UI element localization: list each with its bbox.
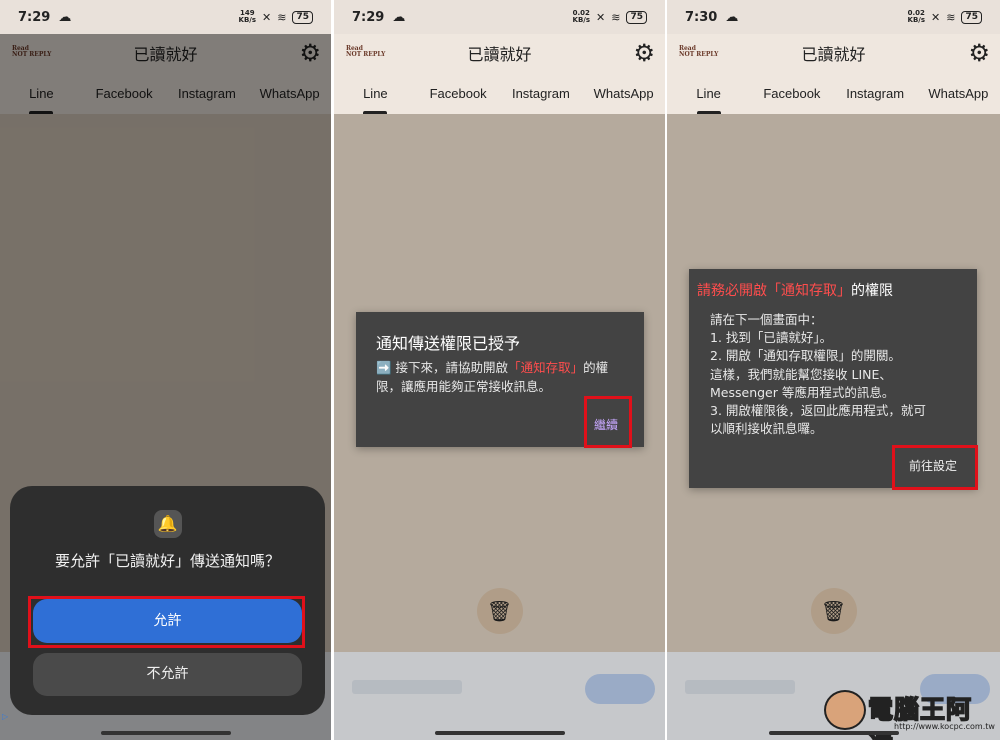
deny-button[interactable]: 不允許 — [33, 653, 302, 696]
instruction-line: Messenger 等應用程式的訊息。 — [710, 384, 895, 400]
home-indicator — [100, 731, 231, 735]
battery-icon: 75 — [626, 10, 647, 24]
permission-question: 要允許「已讀就好」傳送通知嗎？ — [54, 552, 280, 570]
mute-icon: ✕ — [262, 10, 272, 24]
dialog-title: 請務必開啟「通知存取」的權限 — [697, 283, 893, 299]
mascot-logo — [824, 690, 866, 730]
highlight-box — [28, 596, 305, 648]
network-speed: 0.02 KB/s — [572, 9, 591, 24]
status-bar: 7:30 ☁ 0.02 KB/s ✕ ≋ 75 — [667, 0, 1000, 34]
tab-whatsapp[interactable]: WhatsApp — [917, 72, 1000, 114]
cloud-icon: ☁ — [725, 9, 739, 25]
wifi-icon: ≋ — [277, 10, 287, 24]
instruction-line: 這樣，我們就能幫您接收 LINE、 — [710, 366, 892, 382]
watermark-url: http://www.kocpc.com.tw — [894, 722, 995, 731]
app-logo: Read NOT REPLY — [679, 45, 719, 58]
highlight-box — [892, 445, 978, 490]
battery-icon: 75 — [961, 10, 982, 24]
tab-line[interactable]: Line — [667, 72, 750, 114]
app-bar: Read NOT REPLY 已讀就好 ⚙ — [667, 34, 1000, 72]
status-bar: 7:29 ☁ 149 KB/s ✕ ≋ 75 — [0, 0, 331, 34]
status-time: 7:30 — [685, 9, 718, 25]
wifi-icon: ≋ — [611, 10, 621, 24]
status-time: 7:29 — [352, 9, 385, 25]
cloud-icon: ☁ — [58, 9, 72, 25]
app-title: 已讀就好 — [801, 45, 866, 64]
tab-bar: Line Facebook Instagram WhatsApp — [334, 72, 665, 114]
dialog-body: 請在下一個畫面中： 1. 找到「已讀就好」。 2. 開啟「通知存取權限」的開關。… — [710, 311, 967, 438]
cloud-icon: ☁ — [392, 9, 406, 25]
mute-icon: ✕ — [596, 10, 606, 24]
instruction-line: 2. 開啟「通知存取權限」的開關。 — [710, 348, 901, 364]
screen-notification-access: 7:30 ☁ 0.02 KB/s ✕ ≋ 75 Read NOT REPLY 已讀就… — [667, 0, 1000, 740]
arrow-right-icon: ➡️ — [376, 360, 392, 375]
network-speed: 0.02 KB/s — [907, 9, 926, 24]
highlight-box — [584, 396, 632, 448]
status-time: 7:29 — [18, 9, 51, 25]
mute-icon: ✕ — [931, 10, 941, 24]
screen-permission-prompt: 7:29 ☁ 149 KB/s ✕ ≋ 75 Read NOT REPLY 已讀就好… — [0, 0, 331, 740]
home-indicator — [768, 731, 899, 735]
instruction-line: 請在下一個畫面中： — [710, 312, 823, 327]
tab-instagram[interactable]: Instagram — [500, 72, 583, 114]
bell-icon: 🔔 — [153, 510, 182, 538]
adchoices-icon[interactable]: ▷ — [2, 712, 12, 722]
tab-bar: Line Facebook Instagram WhatsApp — [667, 72, 1000, 114]
wifi-icon: ≋ — [946, 10, 956, 24]
instruction-line: 3. 開啟權限後，返回此應用程式，就可 — [710, 403, 926, 419]
instruction-line: 以順利接收訊息囉。 — [710, 421, 823, 437]
app-logo: Read NOT REPLY — [346, 45, 386, 58]
status-bar: 7:29 ☁ 0.02 KB/s ✕ ≋ 75 — [334, 0, 665, 34]
gear-icon[interactable]: ⚙ — [633, 40, 655, 66]
app-title: 已讀就好 — [467, 45, 532, 64]
tab-line[interactable]: Line — [334, 72, 417, 114]
tab-facebook[interactable]: Facebook — [750, 72, 833, 114]
watermark: 電腦王阿達 http://www.kocpc.com.tw — [824, 688, 995, 740]
network-speed: 149 KB/s — [238, 9, 257, 24]
instruction-line: 1. 找到「已讀就好」。 — [710, 330, 833, 346]
screen-permission-granted: 7:29 ☁ 0.02 KB/s ✕ ≋ 75 Read NOT REPLY 已讀就… — [334, 0, 665, 740]
tab-instagram[interactable]: Instagram — [834, 72, 917, 114]
dialog-body: ➡️ 接下來，請協助開啟「通知存取」的權限，讓應用能夠正常接收訊息。 — [376, 360, 609, 394]
gear-icon[interactable]: ⚙ — [968, 40, 990, 66]
tab-whatsapp[interactable]: WhatsApp — [582, 72, 665, 114]
home-indicator — [434, 731, 565, 735]
battery-icon: 75 — [292, 10, 313, 24]
dialog-title: 通知傳送權限已授予 — [376, 334, 521, 353]
app-bar: Read NOT REPLY 已讀就好 ⚙ — [334, 34, 665, 72]
tab-facebook[interactable]: Facebook — [417, 72, 500, 114]
